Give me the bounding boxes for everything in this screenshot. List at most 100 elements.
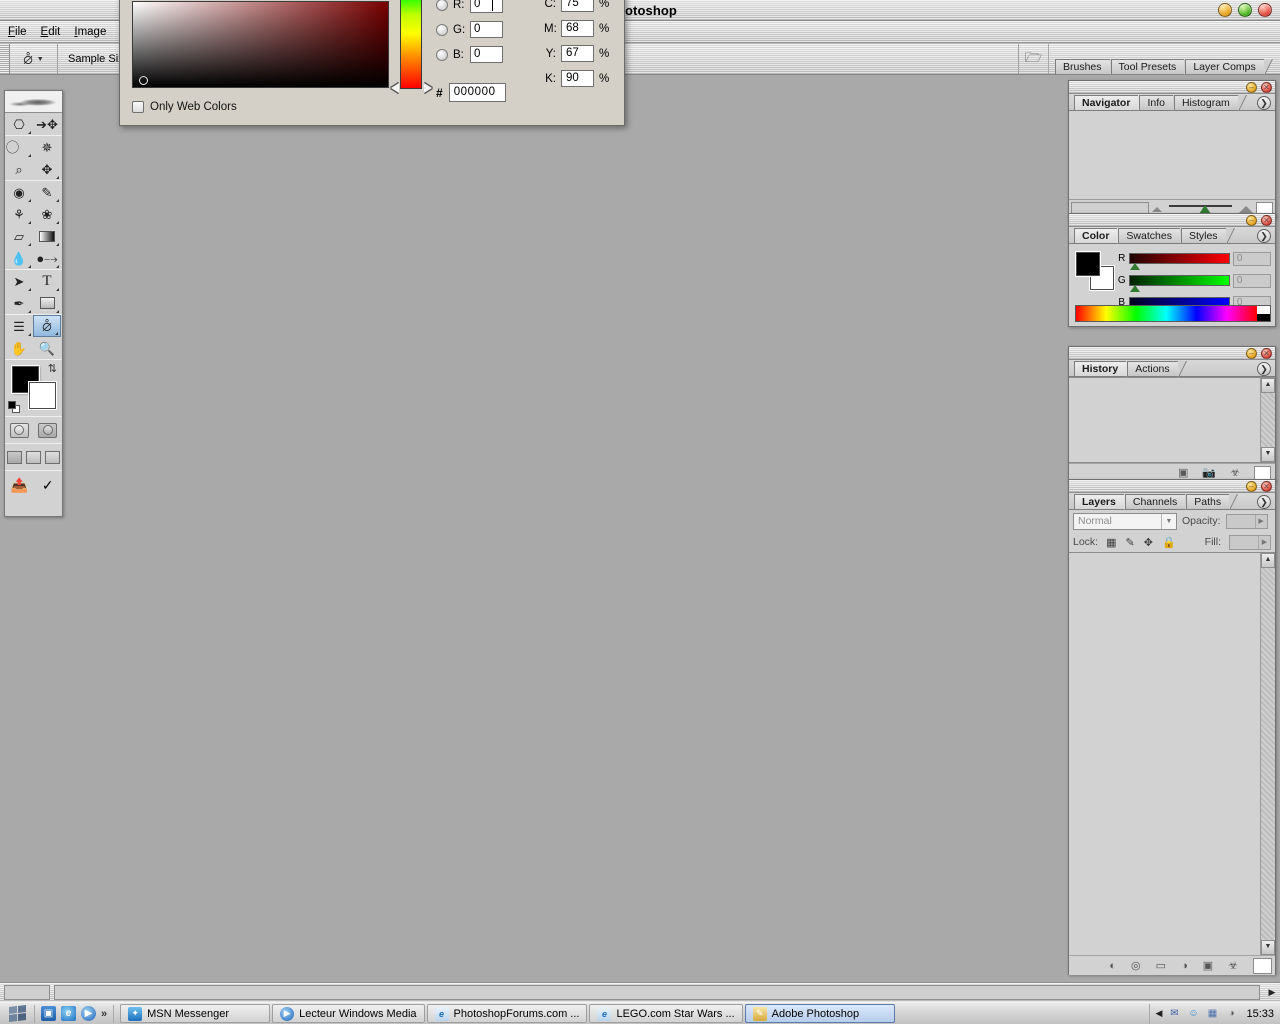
options-bar-grip[interactable] [0,44,10,74]
marquee-tool[interactable]: ⎔ [5,113,33,135]
menu-file[interactable]: FFileile [8,26,27,38]
windows-start-icon[interactable] [0,1004,34,1024]
layers-minimize-button[interactable]: – [1246,481,1257,492]
palette-menu-icon[interactable]: ❯ [1257,495,1271,509]
hue-slider[interactable] [400,0,422,89]
volume-icon[interactable]: ◑ [1224,1007,1238,1021]
tab-navigator[interactable]: Navigator [1074,95,1141,110]
color-value-r[interactable]: 0 [1232,251,1272,266]
toolbox-header[interactable] [5,91,62,113]
tab-actions[interactable]: Actions [1127,361,1180,376]
rectangle-shape-tool[interactable] [33,292,61,314]
minimize-button[interactable] [1218,3,1232,17]
palette-menu-icon[interactable]: ❯ [1257,362,1271,376]
quick-launch-chevron[interactable]: » [101,1008,107,1020]
tab-brushes[interactable]: Brushes [1055,59,1112,74]
zoom-out-icon[interactable] [1152,206,1162,212]
scroll-down-icon[interactable]: ▼ [1261,447,1275,462]
color-value-g[interactable]: 0 [1232,273,1272,288]
full-screen-mode-button[interactable] [43,444,62,470]
internet-explorer-icon[interactable]: e [61,1006,76,1021]
palette-well-icon[interactable]: 🗁 [1019,44,1049,74]
taskbar-item-msn-messenger[interactable]: ✦ MSN Messenger [120,1004,271,1023]
picker-field-r[interactable]: 0 [470,0,503,13]
move-tool[interactable]: ➔✥ [33,113,61,135]
lock-image-pixels-icon[interactable]: ✎ [1126,536,1135,549]
color-palette-foreground-swatch[interactable] [1076,252,1100,276]
history-palette-grip[interactable]: – ✕ [1069,347,1275,360]
full-screen-with-menubar-button[interactable] [24,444,43,470]
menu-edit[interactable]: Edit [41,26,61,38]
new-group-icon[interactable]: ▭ [1156,959,1166,972]
color-close-button[interactable]: ✕ [1261,215,1272,226]
history-scrollbar[interactable]: ▲ ▼ [1260,378,1275,462]
layer-mask-icon[interactable]: ◎ [1131,959,1141,972]
standard-screen-mode-button[interactable] [5,444,24,470]
layers-scrollbar[interactable]: ▲ ▼ [1260,553,1275,955]
taskbar-item-lego-star-wars[interactable]: e LEGO.com Star Wars ... [589,1004,743,1023]
tab-layers[interactable]: Layers [1074,494,1126,509]
color-palette-grip[interactable]: – ✕ [1069,214,1275,227]
new-document-from-state-icon[interactable]: ▣ [1178,466,1188,479]
status-zoom-field[interactable] [4,985,50,1000]
picker-field-y[interactable]: 67 [561,45,594,62]
lock-position-icon[interactable]: ✥ [1144,536,1153,549]
new-layer-icon[interactable]: ▣ [1203,959,1213,972]
history-state-list[interactable]: ▲ ▼ [1069,377,1275,463]
navigator-close-button[interactable]: ✕ [1261,82,1272,93]
imageready-check-icon[interactable]: ✓ [34,471,63,499]
network-icon[interactable]: ▦ [1205,1007,1219,1021]
tab-history[interactable]: History [1074,361,1129,376]
picker-field-g[interactable]: 0 [470,21,503,38]
color-minimize-button[interactable]: – [1246,215,1257,226]
only-web-colors-option[interactable]: Only Web Colors [132,101,237,113]
msn-messenger-tray-icon[interactable]: ☺ [1186,1007,1200,1021]
new-adjustment-layer-icon[interactable]: ◑ [1181,960,1188,972]
layers-close-button[interactable]: ✕ [1261,481,1272,492]
only-web-colors-checkbox[interactable] [132,101,144,113]
scroll-down-icon[interactable]: ▼ [1261,940,1275,955]
radio-r[interactable] [436,0,448,11]
history-resize-corner[interactable] [1254,465,1271,480]
delete-layer-icon[interactable]: ☣ [1228,959,1238,972]
tab-layer-comps[interactable]: Layer Comps [1185,59,1266,74]
default-colors-icon[interactable] [8,401,20,413]
picker-field-m[interactable]: 68 [561,20,594,37]
clone-stamp-tool[interactable]: ⚘ [5,203,33,225]
palette-menu-icon[interactable]: ❯ [1257,229,1271,243]
picker-field-c[interactable]: 75 [561,0,594,12]
navigator-thumbnail-view[interactable] [1069,111,1275,199]
navigator-palette-grip[interactable]: – ✕ [1069,81,1275,94]
picker-field-k[interactable]: 90 [561,70,594,87]
tab-paths[interactable]: Paths [1186,494,1232,509]
radio-b[interactable] [436,48,448,61]
layer-style-icon[interactable]: ◐ [1109,960,1116,972]
dodge-tool[interactable]: ●⤍ [33,247,61,269]
swap-colors-icon[interactable]: ⇅ [48,362,57,375]
status-expand-icon[interactable]: ▶ [1264,987,1280,998]
blend-mode-select[interactable]: Normal ▼ [1073,512,1177,530]
crop-tool[interactable]: ⌕ [5,158,33,180]
options-tool-preset-picker[interactable]: ⦲ ▼ [10,44,58,74]
zoom-button[interactable] [1238,3,1252,17]
chevron-right-icon[interactable]: ▶ [1254,514,1267,528]
tab-tool-presets[interactable]: Tool Presets [1110,59,1187,74]
show-desktop-icon[interactable]: ▣ [41,1006,56,1021]
tab-channels[interactable]: Channels [1124,494,1188,509]
zoom-tool[interactable]: 🔍 [33,337,61,359]
blur-tool[interactable]: 💧 [5,247,33,269]
fill-field[interactable]: ▶ [1229,534,1271,550]
chevron-right-icon[interactable]: ▶ [1258,535,1270,549]
quick-mask-mode-button[interactable] [34,417,63,443]
navigator-minimize-button[interactable]: – [1246,82,1257,93]
taskbar-item-adobe-photoshop[interactable]: ✎ Adobe Photoshop [744,1004,895,1023]
layers-resize-corner[interactable] [1253,957,1272,974]
path-selection-tool[interactable]: ➤ [5,270,33,292]
history-close-button[interactable]: ✕ [1261,348,1272,359]
brush-tool[interactable]: ✎ [33,181,61,203]
hand-tool[interactable]: ✋ [5,337,33,359]
scroll-up-icon[interactable]: ▲ [1261,378,1275,393]
picker-field-b[interactable]: 0 [470,46,503,63]
type-tool[interactable]: T [33,270,61,292]
lock-transparent-pixels-icon[interactable]: ▦ [1106,536,1116,549]
